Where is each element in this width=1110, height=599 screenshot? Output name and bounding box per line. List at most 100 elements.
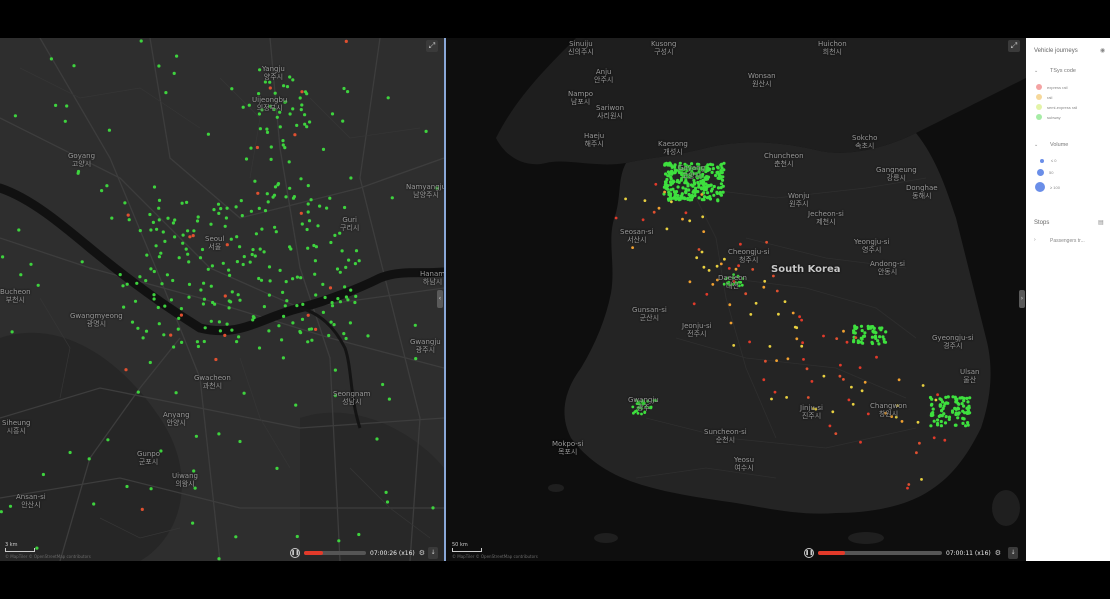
vehicle-dot	[267, 329, 271, 333]
vehicle-dot	[307, 327, 311, 331]
label-wonsan: Wonsan 원산시	[748, 72, 776, 88]
vehicle-dot	[68, 450, 72, 455]
vehicle-dot	[708, 197, 713, 201]
vehicle-dot	[877, 342, 881, 346]
gear-icon[interactable]: ⚙	[419, 549, 425, 557]
vehicle-dot	[306, 246, 310, 250]
vehicle-dot	[273, 225, 277, 229]
vehicle-dot	[702, 184, 706, 189]
vehicle-dot	[169, 333, 173, 337]
vehicle-dot	[244, 157, 249, 161]
vehicle-dot	[251, 248, 255, 252]
pause-button-left[interactable]: ❚❚	[290, 548, 300, 558]
gear-icon[interactable]: ⚙	[995, 549, 1001, 557]
vehicle-dot	[306, 184, 310, 188]
vehicle-dot	[964, 424, 968, 428]
volume-dot	[1035, 182, 1045, 192]
vehicle-dot	[125, 484, 129, 489]
vehicle-dot	[155, 227, 159, 231]
vehicle-dot	[163, 239, 167, 243]
collapse-tab-right[interactable]: ›	[1019, 290, 1025, 308]
eye-icon[interactable]: ◉	[1100, 47, 1105, 54]
left-map-canvas[interactable]	[0, 38, 444, 561]
vehicle-dot	[707, 184, 711, 188]
chevron-down-icon[interactable]: ⌄	[1034, 68, 1038, 74]
chevron-down-icon[interactable]: ⌄	[1034, 142, 1038, 148]
label-changwon: Changwon 창원시	[870, 402, 907, 418]
right-map-canvas[interactable]	[446, 38, 1026, 561]
vehicle-dot	[652, 210, 656, 214]
label-kusong: Kusong 구성시	[651, 40, 677, 56]
vehicle-dot	[258, 247, 262, 251]
label-anju: Anju 안주시	[594, 68, 614, 84]
vehicle-dot	[800, 344, 804, 348]
vehicle-dot	[314, 327, 318, 331]
vehicle-dot	[688, 280, 692, 284]
vehicle-dot	[224, 216, 228, 220]
vehicle-dot	[239, 199, 243, 203]
right-map-view[interactable]: Sinuiju 신의주시 Kusong 구성시 Huichon 희천시 Anju 안주시…	[446, 38, 1026, 561]
vehicle-dot	[744, 292, 748, 296]
vehicle-dot	[140, 507, 144, 511]
download-button-left[interactable]: ↓	[428, 547, 438, 559]
vehicle-dot	[734, 267, 738, 271]
vehicle-dot	[349, 176, 353, 180]
vehicle-dot	[640, 412, 643, 416]
download-button-right[interactable]: ↓	[1008, 547, 1018, 559]
vehicle-dot	[186, 252, 190, 256]
vehicle-dot	[152, 269, 156, 274]
vehicle-dot	[665, 177, 669, 182]
vehicle-dot	[195, 219, 200, 223]
fullscreen-button-left[interactable]: ⤢	[426, 40, 438, 52]
vehicle-dot	[681, 196, 685, 200]
progress-bar-right[interactable]	[818, 551, 942, 555]
vehicle-dot	[354, 249, 359, 253]
vehicle-dot	[235, 260, 239, 264]
vehicle-dot	[299, 177, 303, 181]
vehicle-dot	[201, 302, 205, 306]
vehicle-dot	[721, 184, 725, 188]
vehicle-dot	[710, 170, 714, 174]
vehicle-dot	[256, 191, 260, 195]
vehicle-dot	[299, 276, 303, 280]
left-map-view[interactable]: Yangju 양주시 Uijeongbu 의정부시 Goyang 고양시 Namyan…	[0, 38, 444, 561]
label-gwacheon: Gwacheon 과천시	[194, 374, 231, 390]
vehicle-dot	[897, 378, 901, 382]
vehicle-dot	[354, 294, 358, 298]
vehicle-dot	[838, 374, 842, 378]
vehicle-dot	[149, 487, 153, 491]
chevron-right-icon[interactable]: ›	[1034, 237, 1036, 243]
vehicle-dot	[288, 75, 292, 79]
vehicle-dot	[852, 340, 856, 344]
vehicle-dot	[214, 357, 218, 362]
vehicle-dot	[180, 201, 184, 205]
vehicle-dot	[35, 546, 39, 550]
vehicle-dot	[310, 338, 314, 342]
vehicle-dot	[202, 297, 206, 301]
layers-icon[interactable]: ▤	[1098, 219, 1104, 226]
vehicle-dot	[198, 256, 203, 260]
vehicle-dot	[295, 275, 299, 279]
fullscreen-button-right[interactable]: ⤢	[1008, 40, 1020, 52]
vehicle-dot	[353, 300, 357, 305]
vehicle-dot	[253, 179, 257, 183]
vehicle-dot	[157, 322, 161, 326]
vehicle-dot	[950, 409, 955, 413]
vehicle-dot	[943, 438, 947, 442]
vehicle-dot	[916, 420, 920, 424]
vehicle-dot	[954, 411, 958, 415]
vehicle-dot	[932, 436, 936, 440]
vehicle-dot	[800, 318, 803, 322]
vehicle-dot	[828, 424, 832, 428]
vehicle-dot	[281, 356, 285, 360]
label-daejeon: Daejeon 대전	[718, 274, 747, 290]
vehicle-dot	[711, 283, 715, 286]
vehicle-dot	[754, 301, 758, 305]
stops-item-passengers[interactable]: Passengers tr...	[1050, 238, 1085, 244]
scale-bar-right: 50 km	[452, 542, 482, 552]
label-yeongju: Yeongju-si 영주시	[854, 238, 890, 254]
label-jeonju: Jeonju-si 전주시	[682, 322, 712, 338]
progress-bar-left[interactable]	[304, 551, 366, 555]
collapse-tab-left[interactable]: ‹	[437, 290, 443, 308]
pause-button-right[interactable]: ❚❚	[804, 548, 814, 558]
